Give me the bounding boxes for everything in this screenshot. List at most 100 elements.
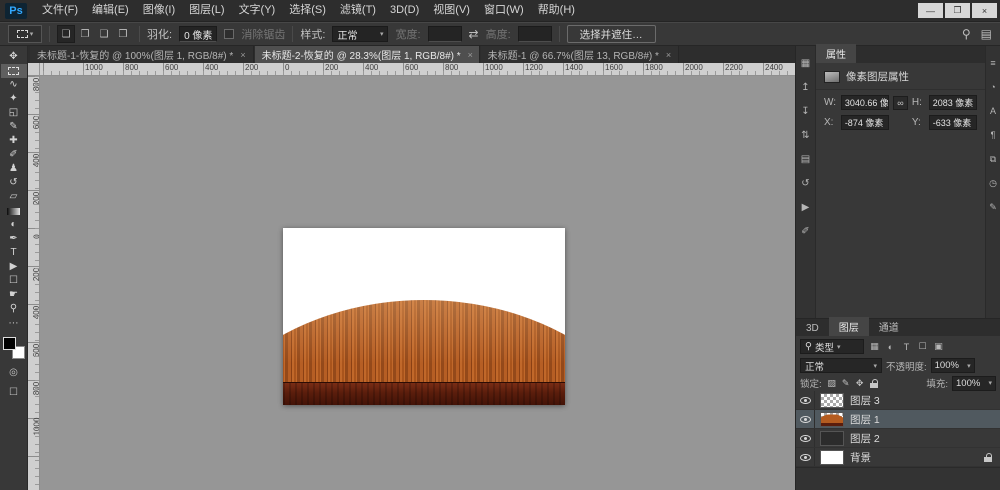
lock-transparent-pixels-icon[interactable]: ▨	[826, 377, 838, 390]
canvas-workspace[interactable]	[40, 76, 795, 490]
clone-source-panel-icon[interactable]: ⧉	[986, 148, 1000, 170]
type-tool[interactable]: T	[1, 246, 27, 260]
swatches-panel-icon[interactable]: ▤	[796, 148, 815, 170]
图层 1[interactable]: 图层 1	[796, 410, 1000, 429]
tool-preset-picker[interactable]: ▾	[8, 25, 42, 43]
layer-y-field[interactable]: -633 像素	[929, 115, 977, 130]
layer-height-field[interactable]: 2083 像素	[929, 95, 977, 110]
tab-properties[interactable]: 属性	[816, 44, 856, 63]
lock-image-pixels-icon[interactable]: ✎	[840, 377, 852, 390]
path-selection-tool[interactable]: ▶	[1, 260, 27, 274]
crop-tool[interactable]: ◱	[1, 106, 27, 120]
style-dropdown[interactable]: 正常 ▾	[332, 26, 388, 42]
layer-width-field[interactable]: 3040.66 像	[841, 95, 889, 110]
actions-panel-icon[interactable]: ▶	[796, 196, 815, 218]
clone-stamp-tool[interactable]: ♟	[1, 162, 27, 176]
info-panel-icon[interactable]: ↧	[796, 100, 815, 122]
move-tool[interactable]: ✥	[1, 50, 27, 64]
layer-thumbnail[interactable]	[820, 431, 844, 446]
history-panel-icon[interactable]: ↺	[796, 172, 815, 194]
tab-close-icon[interactable]: ×	[666, 50, 671, 60]
search-icon[interactable]: ⚲	[962, 27, 971, 41]
add-to-selection-button[interactable]: ❐	[76, 25, 94, 43]
dodge-tool[interactable]: ◐	[1, 218, 27, 232]
filter-type-dropdown[interactable]: ⚲ 类型 ▾	[800, 339, 864, 354]
visibility-cell[interactable]	[796, 448, 815, 466]
gradient-tool[interactable]	[1, 204, 27, 218]
quick-selection-tool[interactable]: ✦	[1, 92, 27, 106]
layer-thumbnail[interactable]	[820, 450, 844, 465]
图层 3[interactable]: 图层 3	[796, 391, 1000, 410]
screen-mode-icon[interactable]: ☐	[9, 385, 18, 399]
menu-item[interactable]: 文件(F)	[35, 0, 85, 21]
rectangular-marquee-tool[interactable]	[1, 64, 27, 78]
edit-toolbar-icon[interactable]: ⋯	[9, 318, 19, 329]
select-and-mask-button[interactable]: 选择并遮住…	[567, 25, 656, 43]
foreground-color-swatch[interactable]	[3, 337, 16, 350]
color-panel-icon[interactable]: ⇅	[796, 124, 815, 146]
lock-all-icon[interactable]	[868, 377, 880, 390]
layer-thumbnail[interactable]	[820, 393, 844, 408]
new-selection-button[interactable]: ❏	[57, 25, 75, 43]
lock-position-icon[interactable]: ✥	[854, 377, 866, 390]
antialias-checkbox[interactable]	[224, 29, 234, 39]
swap-dimensions-icon[interactable]: ⇄	[469, 27, 479, 41]
brush-tool[interactable]: ✐	[1, 148, 27, 162]
minimize-button[interactable]: —	[918, 3, 943, 18]
intersect-selection-button[interactable]: ❒	[114, 25, 132, 43]
eraser-tool[interactable]: ▱	[1, 190, 27, 204]
document-canvas[interactable]	[283, 228, 565, 405]
layer-thumbnail[interactable]	[820, 412, 844, 427]
panel-tab[interactable]: 图层	[829, 317, 869, 336]
adjustments-panel-icon[interactable]: ≡	[986, 52, 1000, 74]
brushes-panel-icon[interactable]: ✐	[796, 220, 815, 242]
horizontal-ruler[interactable]: 1000800600400200020040060080010001200140…	[40, 63, 795, 76]
height-input[interactable]	[518, 26, 552, 42]
visibility-cell[interactable]	[796, 410, 815, 428]
timeline-panel-icon[interactable]: ◷	[986, 172, 1000, 194]
menu-item[interactable]: 3D(D)	[383, 0, 426, 21]
close-button[interactable]: ×	[972, 3, 997, 18]
panel-tab[interactable]: 3D	[796, 321, 829, 336]
blend-mode-dropdown[interactable]: 正常 ▾	[800, 358, 882, 373]
图层 2[interactable]: 图层 2	[796, 429, 1000, 448]
document-tab[interactable]: 未标题-2-恢复的 @ 28.3%(图层 1, RGB/8#) * ×	[255, 46, 480, 63]
navigator-panel-icon[interactable]: ↥	[796, 76, 815, 98]
pixel-layer-filter-icon[interactable]: ▦	[867, 339, 882, 354]
layer-name[interactable]: 背景	[850, 450, 871, 465]
restore-button[interactable]: ❐	[945, 3, 970, 18]
feather-input[interactable]: 0 像素	[179, 26, 217, 42]
visibility-cell[interactable]	[796, 429, 815, 447]
menu-item[interactable]: 视图(V)	[426, 0, 477, 21]
layer-name[interactable]: 图层 2	[850, 431, 880, 446]
ruler-origin-corner[interactable]	[28, 63, 40, 76]
menu-item[interactable]: 图层(L)	[182, 0, 231, 21]
histogram-panel-icon[interactable]: ▦	[796, 52, 815, 74]
menu-item[interactable]: 文字(Y)	[232, 0, 283, 21]
pen-tool[interactable]: ✒	[1, 232, 27, 246]
quick-mask-icon[interactable]: ◎	[9, 365, 18, 379]
eyedropper-tool[interactable]: ✎	[1, 120, 27, 134]
menu-item[interactable]: 帮助(H)	[531, 0, 582, 21]
paragraph-panel-icon[interactable]: ¶	[986, 124, 1000, 146]
menu-item[interactable]: 编辑(E)	[85, 0, 136, 21]
constrain-proportions-icon[interactable]: ∞	[893, 96, 908, 110]
shape-tool[interactable]: ☐	[1, 274, 27, 288]
opacity-dropdown[interactable]: 100% ▾	[931, 358, 975, 373]
history-brush-tool[interactable]: ↺	[1, 176, 27, 190]
menu-item[interactable]: 滤镜(T)	[333, 0, 383, 21]
workspace-switcher-icon[interactable]: ▤	[981, 27, 992, 41]
panel-tab[interactable]: 通道	[869, 317, 909, 336]
hand-tool[interactable]: ☛	[1, 288, 27, 302]
document-tab[interactable]: 未标题-1-恢复的 @ 100%(图层 1, RGB/8#) * ×	[30, 46, 254, 63]
tab-close-icon[interactable]: ×	[240, 50, 245, 60]
document-tab[interactable]: 未标题-1 @ 66.7%(图层 13, RGB/8#) * ×	[481, 46, 680, 63]
menu-item[interactable]: 选择(S)	[282, 0, 333, 21]
character-panel-icon[interactable]: A	[986, 100, 1000, 122]
visibility-cell[interactable]	[796, 391, 815, 409]
styles-panel-icon[interactable]: ◔	[986, 76, 1000, 98]
zoom-tool[interactable]: ⚲	[1, 302, 27, 316]
layer-name[interactable]: 图层 3	[850, 393, 880, 408]
healing-brush-tool[interactable]: ✚	[1, 134, 27, 148]
width-input[interactable]	[428, 26, 462, 42]
